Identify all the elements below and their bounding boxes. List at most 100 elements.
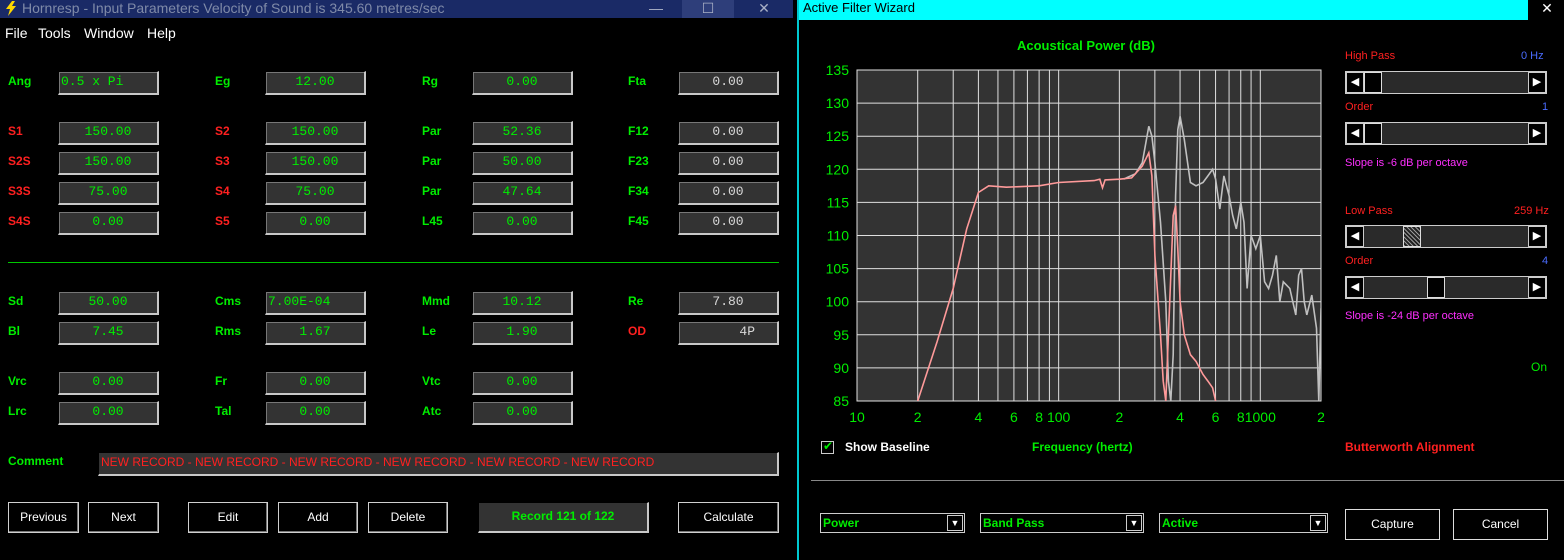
param-field[interactable]: 0.00 (472, 71, 573, 95)
param-field[interactable]: 150.00 (265, 121, 366, 145)
capture-button[interactable]: Capture (1345, 509, 1440, 540)
param-field[interactable]: 0.00 (58, 371, 159, 395)
high-pass-order-slider[interactable]: ◀ ▶ (1345, 122, 1547, 145)
status-on-label: On (1531, 360, 1548, 374)
next-button[interactable]: Next (88, 502, 159, 533)
y-tick-label: 120 (826, 161, 850, 177)
high-pass-freq-slider[interactable]: ◀ ▶ (1345, 71, 1547, 94)
param-label: Rms (215, 324, 242, 338)
param-field[interactable]: 0.00 (678, 71, 779, 95)
arrow-right-icon[interactable]: ▶ (1528, 123, 1546, 144)
param-field[interactable]: 0.00 (265, 371, 366, 395)
arrow-right-icon[interactable]: ▶ (1528, 277, 1546, 298)
close-button[interactable]: ✕ (1528, 0, 1564, 20)
x-tick-label: 6 (1010, 409, 1018, 425)
param-field[interactable]: 7.00E-04 (265, 291, 366, 315)
response-type-dropdown[interactable]: Power ▼ (820, 513, 965, 533)
menu-window[interactable]: Window (84, 25, 134, 41)
param-field[interactable]: 0.00 (678, 151, 779, 175)
param-field[interactable]: 0.00 (58, 211, 159, 235)
param-label: Fr (215, 374, 227, 388)
param-label: S5 (215, 214, 230, 228)
chevron-down-icon[interactable]: ▼ (947, 515, 963, 531)
right-window-title: Active Filter Wizard (803, 0, 915, 15)
previous-button[interactable]: Previous (8, 502, 79, 533)
param-field[interactable]: 0.00 (472, 211, 573, 235)
slider-thumb[interactable] (1364, 72, 1382, 93)
add-button[interactable]: Add (278, 502, 358, 533)
param-label: Bl (8, 324, 20, 338)
param-field[interactable]: 10.12 (472, 291, 573, 315)
param-field[interactable]: 4P (678, 321, 779, 345)
param-field[interactable]: 0.00 (58, 401, 159, 425)
param-field[interactable]: 7.80 (678, 291, 779, 315)
arrow-left-icon[interactable]: ◀ (1346, 123, 1364, 144)
param-field[interactable]: 150.00 (58, 121, 159, 145)
param-field[interactable]: 50.00 (58, 291, 159, 315)
show-baseline-checkbox[interactable]: ✔ (821, 439, 834, 454)
left-title-bar[interactable]: Hornresp - Input Parameters Velocity of … (0, 0, 793, 18)
y-tick-label: 130 (826, 95, 850, 111)
param-field[interactable]: 0.00 (265, 211, 366, 235)
arrow-right-icon[interactable]: ▶ (1528, 226, 1546, 247)
param-label: S4S (8, 214, 31, 228)
show-baseline-label: Show Baseline (845, 440, 930, 454)
menu-file[interactable]: File (5, 25, 28, 41)
menu-bar: File Tools Window Help (0, 22, 793, 44)
right-title-bar[interactable]: Active Filter Wizard ✕ (799, 0, 1564, 20)
low-pass-order-slider[interactable]: ◀ ▶ (1345, 276, 1547, 299)
slider-thumb[interactable] (1364, 123, 1382, 144)
menu-help[interactable]: Help (147, 25, 176, 41)
slider-thumb[interactable] (1403, 226, 1422, 247)
param-field[interactable]: 0.00 (472, 401, 573, 425)
x-tick-label: 4 (1176, 409, 1184, 425)
x-tick-label: 4 (975, 409, 983, 425)
maximize-button[interactable]: ☐ (682, 0, 734, 18)
x-tick-label: 8 (1035, 409, 1043, 425)
close-button[interactable]: ✕ (738, 0, 790, 18)
calculate-button[interactable]: Calculate (678, 502, 779, 533)
param-field[interactable]: 52.36 (472, 121, 573, 145)
comment-field[interactable]: NEW RECORD - NEW RECORD - NEW RECORD - N… (98, 452, 779, 476)
low-pass-freq-slider[interactable]: ◀ ▶ (1345, 225, 1547, 248)
delete-button[interactable]: Delete (368, 502, 448, 533)
param-field[interactable]: 150.00 (265, 151, 366, 175)
arrow-left-icon[interactable]: ◀ (1346, 277, 1364, 298)
param-field[interactable]: 0.5 x Pi (58, 71, 159, 95)
filter-mode-dropdown[interactable]: Active ▼ (1159, 513, 1328, 533)
menu-tools[interactable]: Tools (38, 25, 71, 41)
slider-thumb[interactable] (1426, 277, 1445, 298)
arrow-right-icon[interactable]: ▶ (1528, 72, 1546, 93)
edit-button[interactable]: Edit (188, 502, 268, 533)
minimize-button[interactable]: — (630, 0, 682, 18)
param-field[interactable]: 0.00 (678, 211, 779, 235)
param-label: S2S (8, 154, 31, 168)
y-tick-label: 110 (827, 228, 850, 244)
frequency-response-chart: 135130125120115110105100959085 10 2 4 6 8 100… (826, 62, 1325, 425)
param-field[interactable]: 50.00 (472, 151, 573, 175)
cancel-button[interactable]: Cancel (1453, 509, 1548, 540)
filter-type-dropdown[interactable]: Band Pass ▼ (980, 513, 1144, 533)
param-field[interactable]: 0.00 (265, 401, 366, 425)
param-field[interactable]: 0.00 (678, 121, 779, 145)
param-field[interactable]: 0.00 (678, 181, 779, 205)
x-axis-title: Frequency (hertz) (1032, 440, 1133, 454)
x-tick-label: 10 (849, 409, 865, 425)
param-field[interactable]: 75.00 (265, 181, 366, 205)
param-label: Atc (422, 404, 442, 418)
param-field[interactable]: 1.67 (265, 321, 366, 345)
param-field[interactable]: 47.64 (472, 181, 573, 205)
chevron-down-icon[interactable]: ▼ (1126, 515, 1142, 531)
high-pass-order-value: 1 (1542, 101, 1549, 113)
param-field[interactable]: 7.45 (58, 321, 159, 345)
param-field[interactable]: 1.90 (472, 321, 573, 345)
param-label: Sd (8, 294, 24, 308)
param-field[interactable]: 12.00 (265, 71, 366, 95)
param-field[interactable]: 75.00 (58, 181, 159, 205)
chevron-down-icon[interactable]: ▼ (1310, 515, 1326, 531)
param-field[interactable]: 150.00 (58, 151, 159, 175)
hornresp-input-window: Hornresp - Input Parameters Velocity of … (0, 0, 793, 560)
arrow-left-icon[interactable]: ◀ (1346, 72, 1364, 93)
param-field[interactable]: 0.00 (472, 371, 573, 395)
arrow-left-icon[interactable]: ◀ (1346, 226, 1364, 247)
